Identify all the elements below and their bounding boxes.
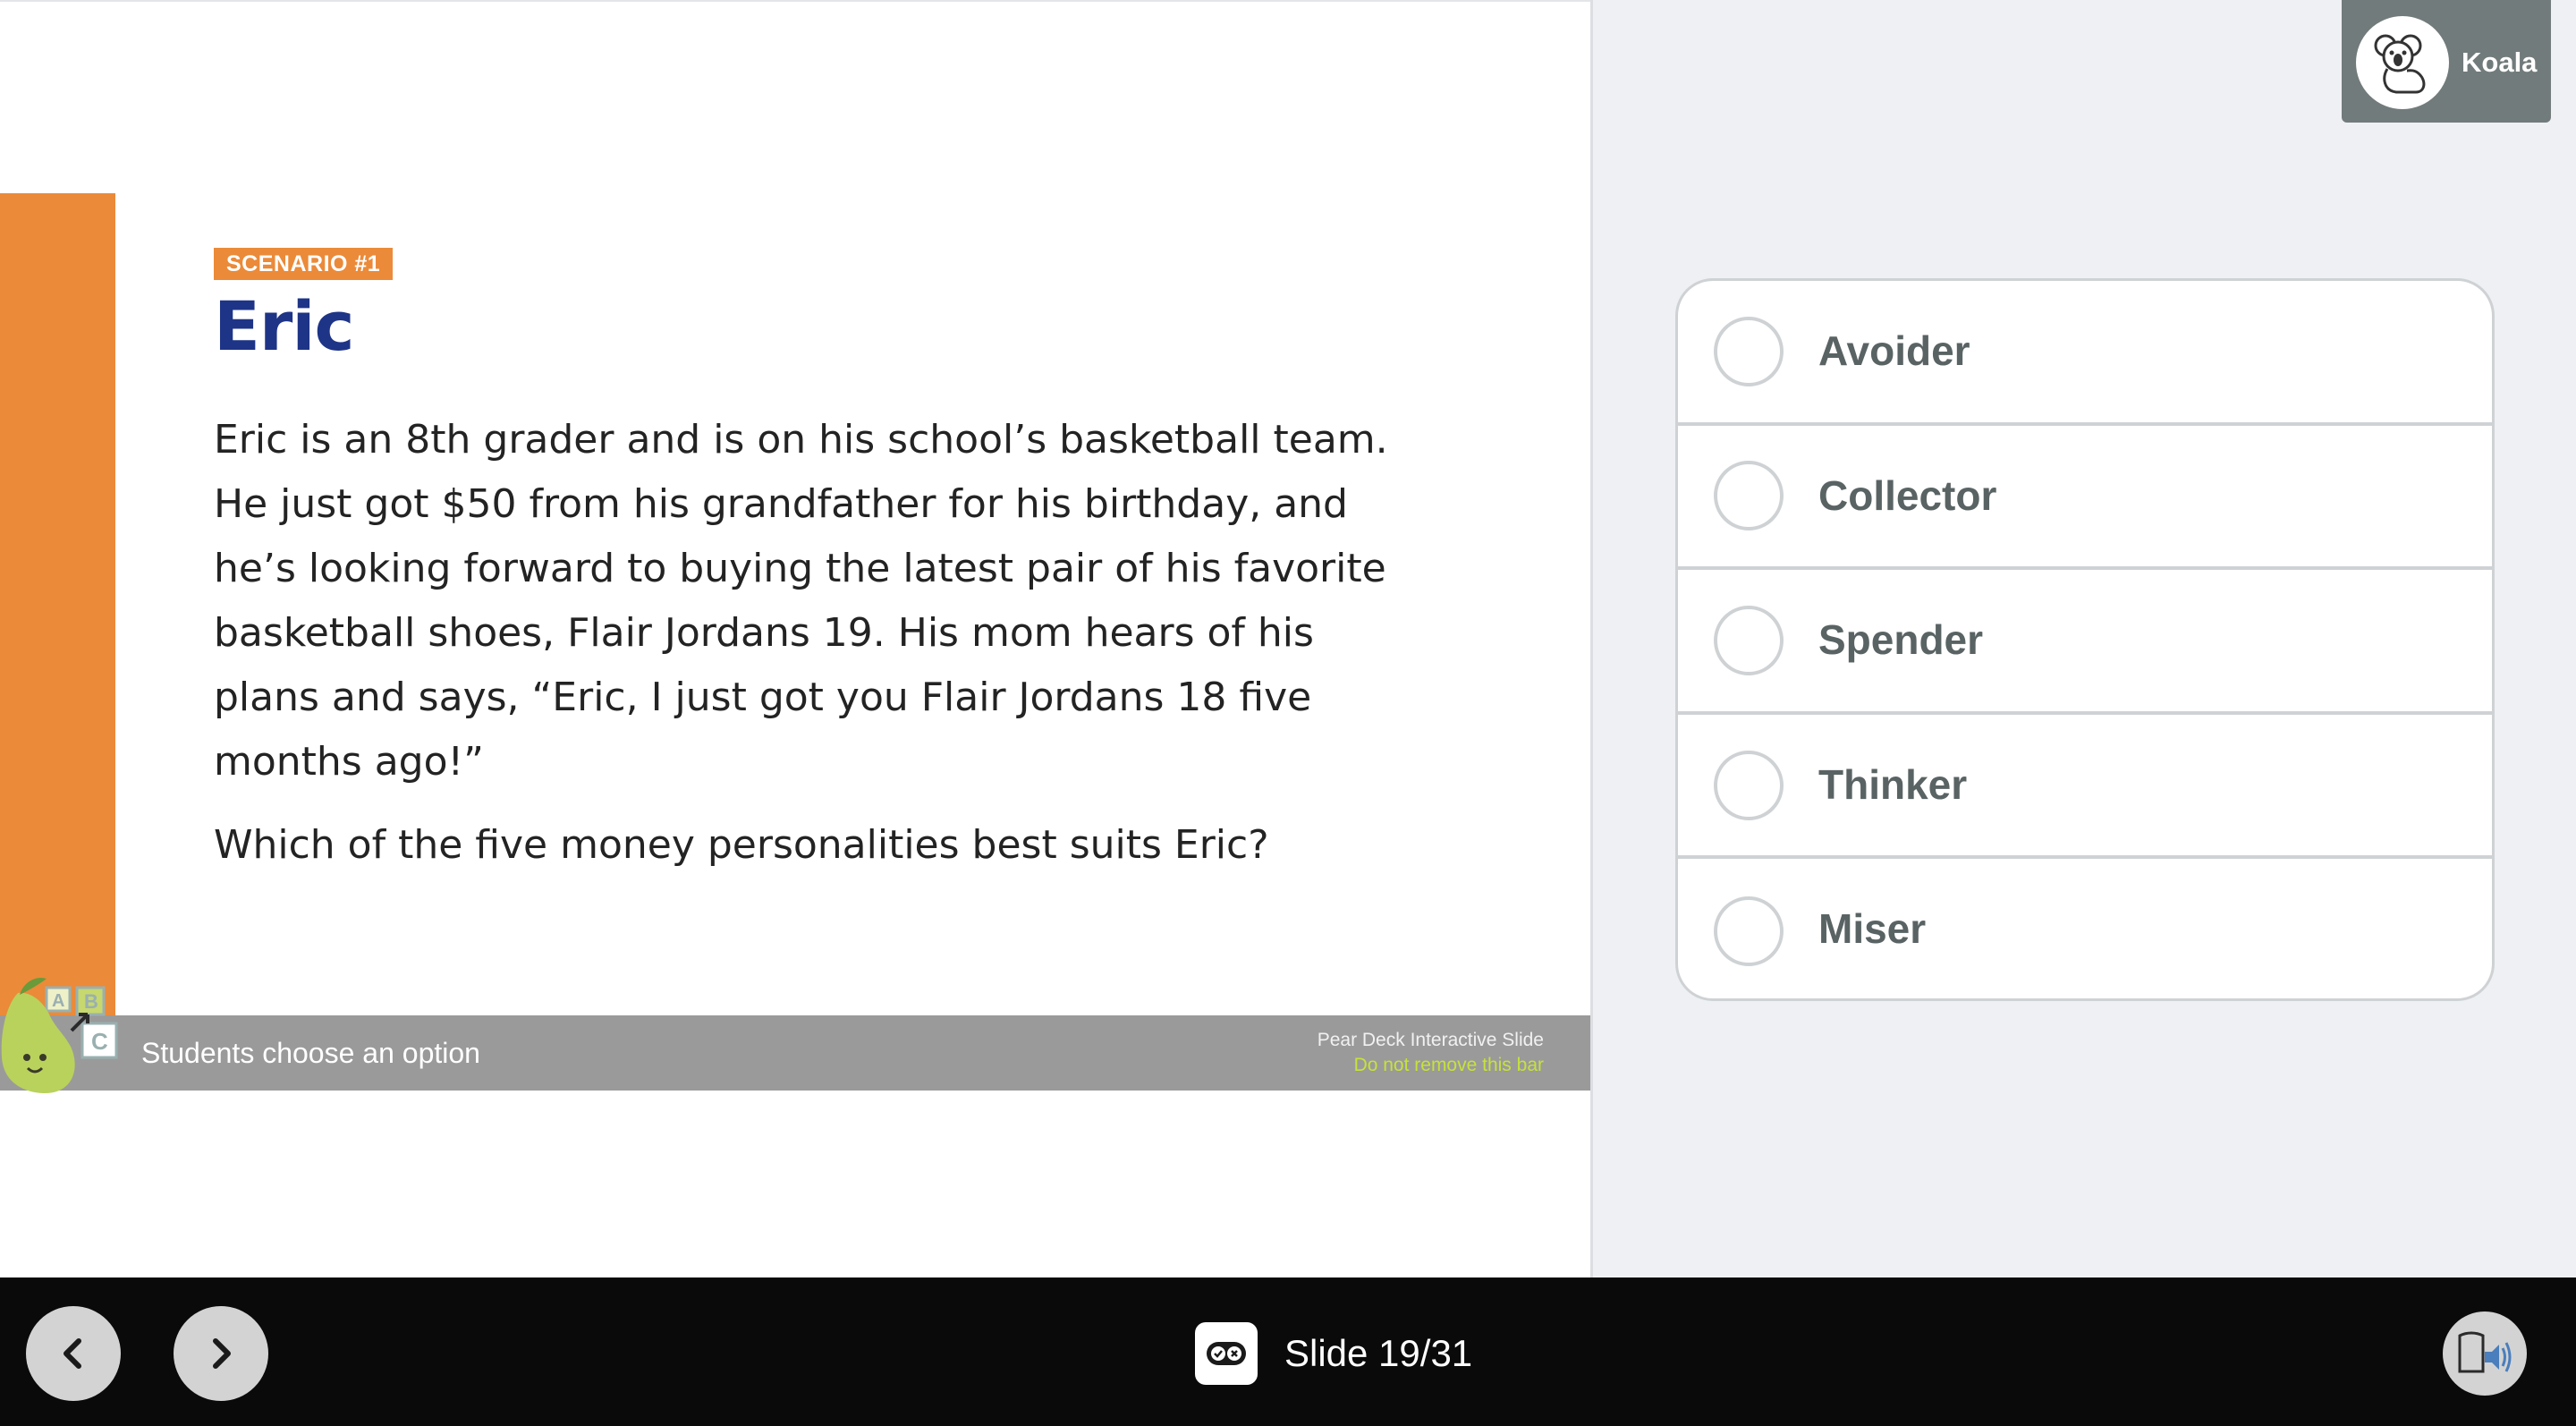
svg-text:C: C: [91, 1028, 108, 1055]
radio-button[interactable]: [1714, 316, 1784, 386]
slide-number-label: Slide 19/31: [1284, 1332, 1473, 1374]
option-miser[interactable]: Miser: [1678, 859, 2492, 998]
user-name: Koala: [2462, 47, 2538, 78]
option-thinker[interactable]: Thinker: [1678, 715, 2492, 860]
pear-deck-bar-label: Students choose an option: [141, 1037, 480, 1069]
svg-text:A: A: [52, 991, 64, 1011]
option-collector[interactable]: Collector: [1678, 426, 2492, 571]
radio-button[interactable]: [1714, 461, 1784, 531]
previous-slide-button[interactable]: [26, 1306, 121, 1401]
chevron-left-icon: [64, 1338, 81, 1369]
bottom-navigation-bar: Slide 19/31: [0, 1277, 2576, 1426]
pear-choice-icon: A B C: [1, 977, 118, 1093]
scenario-text: Eric is an 8th grader and is on his scho…: [214, 417, 1388, 785]
radio-button[interactable]: [1714, 605, 1784, 675]
chevron-right-icon: [213, 1338, 231, 1369]
question-text: Which of the five money personalities be…: [214, 822, 1269, 868]
option-label: Spender: [1818, 616, 1984, 664]
pear-deck-note: Pear Deck Interactive Slide Do not remov…: [1318, 1028, 1544, 1078]
pear-deck-note-title: Pear Deck Interactive Slide: [1317, 1030, 1544, 1050]
option-avoider[interactable]: Avoider: [1678, 281, 2492, 426]
koala-icon: [2356, 16, 2449, 109]
option-label: Miser: [1818, 905, 1927, 953]
slide-title: Eric: [214, 286, 354, 366]
pear-deck-note-warning: Do not remove this bar: [1353, 1055, 1544, 1075]
answer-status-icon: [1195, 1322, 1258, 1385]
pear-deck-bar: Students choose an option Pear Deck Inte…: [0, 1015, 1590, 1091]
option-spender[interactable]: Spender: [1678, 570, 2492, 715]
user-chip[interactable]: Koala: [2342, 0, 2551, 123]
option-label: Collector: [1818, 471, 1997, 519]
accent-bar: [0, 193, 115, 1091]
read-aloud-button[interactable]: [2443, 1311, 2527, 1396]
next-slide-button[interactable]: [174, 1306, 268, 1401]
scenario-badge: SCENARIO #1: [214, 248, 394, 280]
option-label: Thinker: [1818, 760, 1968, 808]
read-aloud-icon: [2458, 1331, 2512, 1373]
radio-button[interactable]: [1714, 750, 1784, 820]
slide-area: SCENARIO #1 Eric Eric is an 8th grader a…: [0, 0, 1590, 1277]
slide-counter: Slide 19/31: [1195, 1322, 1472, 1385]
svg-text:B: B: [84, 990, 98, 1013]
answer-options: Avoider Collector Spender Thinker Miser: [1675, 278, 2495, 1001]
radio-button[interactable]: [1714, 896, 1784, 967]
option-label: Avoider: [1818, 327, 1970, 374]
